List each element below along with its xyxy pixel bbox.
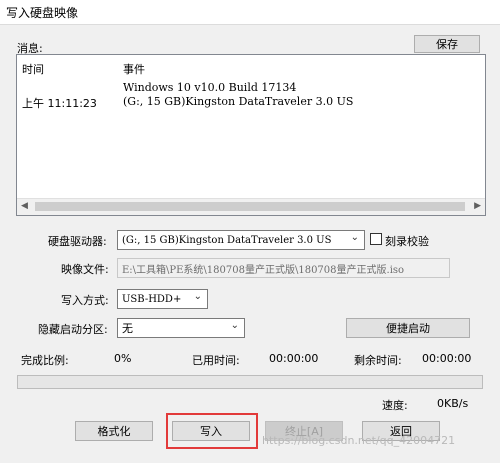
disk-drive-value: (G:, 15 GB)Kingston DataTraveler 3.0 US xyxy=(122,234,332,246)
elapsed-value: 00:00:00 xyxy=(269,352,319,365)
speed-value: 0KB/s xyxy=(437,397,469,410)
event-column-header[interactable]: 事件 xyxy=(123,61,145,77)
format-button[interactable]: 格式化 xyxy=(75,421,153,441)
log-row-2-time: 上午 11:11:23 xyxy=(22,97,97,110)
title-bar: 写入硬盘映像 xyxy=(0,0,500,25)
verify-checkbox[interactable] xyxy=(370,233,382,245)
hidden-partition-label: 隐藏启动分区: xyxy=(38,323,108,336)
watermark-text: https://blog.csdn.net/qq_42004721 xyxy=(262,434,456,447)
hidden-partition-select[interactable]: 无 ⌄ xyxy=(117,318,245,338)
disk-drive-select[interactable]: (G:, 15 GB)Kingston DataTraveler 3.0 US … xyxy=(117,230,365,250)
horizontal-scrollbar[interactable]: ◀ ▶ xyxy=(17,198,485,215)
remaining-value: 00:00:00 xyxy=(422,352,472,365)
save-button[interactable]: 保存 xyxy=(414,35,480,53)
write-method-value: USB-HDD+ xyxy=(122,293,182,305)
window-title: 写入硬盘映像 xyxy=(6,6,79,20)
log-row-1-event: Windows 10 v10.0 Build 17134 xyxy=(123,81,297,94)
log-row-2-event: (G:, 15 GB)Kingston DataTraveler 3.0 US xyxy=(123,95,354,108)
chevron-down-icon: ⌄ xyxy=(230,320,239,331)
image-file-value: E:\工具箱\PE系统\180708量产正式版\180708量产正式版.iso xyxy=(122,264,405,276)
time-column-header[interactable]: 时间 xyxy=(22,61,44,77)
disk-drive-label: 硬盘驱动器: xyxy=(48,235,107,248)
progress-bar xyxy=(17,375,483,389)
message-log[interactable]: 时间 事件 Windows 10 v10.0 Build 17134 上午 11… xyxy=(16,54,486,216)
scroll-right-icon[interactable]: ▶ xyxy=(474,201,481,211)
easy-boot-button[interactable]: 便捷启动 xyxy=(346,318,470,338)
write-method-label: 写入方式: xyxy=(61,294,109,307)
chevron-down-icon: ⌄ xyxy=(193,291,202,302)
write-method-select[interactable]: USB-HDD+ ⌄ xyxy=(117,289,208,309)
write-button-highlight xyxy=(166,413,258,449)
elapsed-label: 已用时间: xyxy=(192,354,240,367)
scroll-left-icon[interactable]: ◀ xyxy=(21,201,28,211)
hidden-partition-value: 无 xyxy=(122,322,133,335)
image-file-label: 映像文件: xyxy=(61,263,109,276)
chevron-down-icon: ⌄ xyxy=(350,232,359,243)
image-file-field[interactable]: E:\工具箱\PE系统\180708量产正式版\180708量产正式版.iso xyxy=(117,258,450,278)
completion-label: 完成比例: xyxy=(21,354,69,367)
speed-label: 速度: xyxy=(382,399,408,412)
remaining-label: 剩余时间: xyxy=(354,354,402,367)
completion-value: 0% xyxy=(114,352,132,365)
scrollbar-thumb[interactable] xyxy=(35,202,465,211)
verify-label[interactable]: 刻录校验 xyxy=(385,233,429,249)
